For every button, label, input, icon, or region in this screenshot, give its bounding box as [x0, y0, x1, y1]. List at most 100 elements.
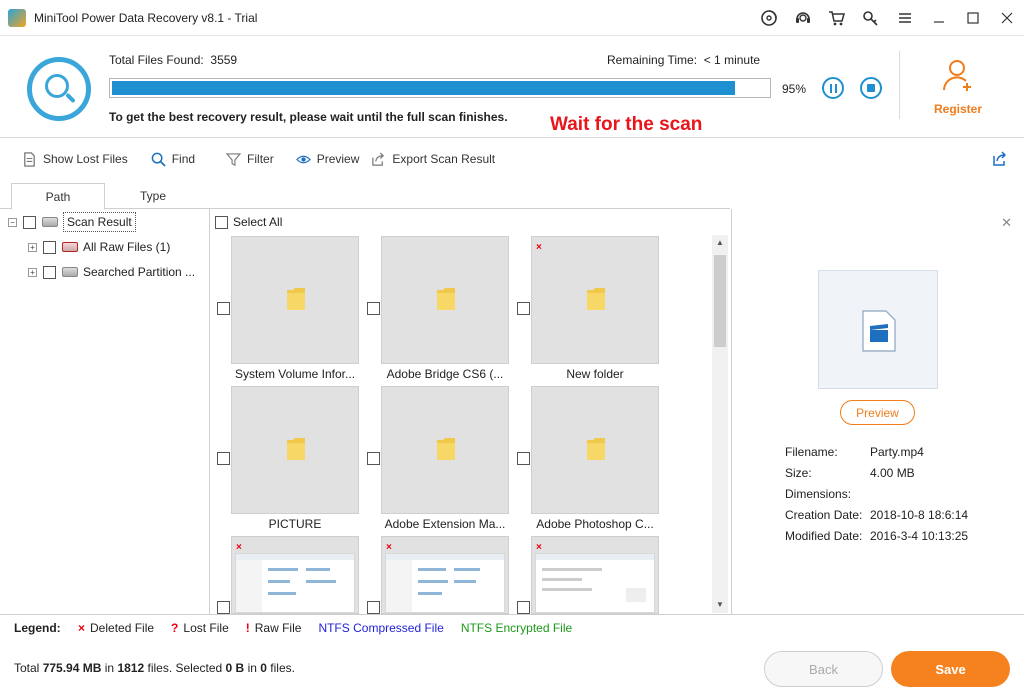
item-checkbox[interactable] [367, 452, 380, 465]
expand-icon[interactable]: + [28, 267, 37, 277]
support-headset-icon[interactable] [786, 0, 820, 36]
disc-icon[interactable] [752, 0, 786, 36]
legend-ntfs-compressed: NTFS Compressed File [318, 620, 444, 635]
tree-item-scan-result[interactable]: − Scan Result [8, 211, 136, 233]
title-bar: MiniTool Power Data Recovery v8.1 - Tria… [0, 0, 1024, 36]
show-lost-files-button[interactable]: Show Lost Files [22, 139, 128, 179]
key-icon[interactable] [854, 0, 888, 36]
select-all[interactable]: Select All [215, 215, 282, 229]
folder-icon [437, 288, 455, 310]
item-checkbox[interactable] [217, 601, 230, 614]
filter-button[interactable]: Filter [226, 139, 274, 179]
legend-raw: ! Raw File [245, 620, 302, 635]
folder-tile[interactable]: × [531, 236, 659, 364]
item-checkbox[interactable] [367, 601, 380, 614]
tree-label: All Raw Files (1) [83, 240, 171, 254]
stop-button[interactable] [860, 77, 882, 99]
creation-date-value: 2018-10-8 18:6:14 [870, 508, 969, 522]
deleted-mark-icon: × [536, 542, 542, 553]
folder-tile[interactable] [381, 236, 509, 364]
drive-icon [42, 217, 58, 227]
select-all-checkbox[interactable] [215, 215, 228, 229]
folder-tile[interactable] [231, 236, 359, 364]
screenshot-thumbnail [235, 553, 355, 613]
toolbar: Show Lost Files Find Filter Preview Expo… [0, 139, 1024, 179]
maximize-icon[interactable] [956, 0, 990, 36]
close-pane-icon[interactable]: ✕ [1001, 215, 1012, 231]
modified-date-value: 2016-3-4 10:13:25 [870, 529, 969, 543]
close-icon[interactable] [990, 0, 1024, 36]
view-tabs: Path Type [0, 183, 730, 210]
tab-type[interactable]: Type [110, 183, 196, 209]
file-thumbnail [818, 270, 938, 389]
screenshot-thumbnail [535, 553, 655, 613]
collapse-icon[interactable]: − [8, 217, 17, 227]
image-tile[interactable]: × [531, 536, 659, 614]
folder-tile[interactable] [231, 386, 359, 514]
file-label: Adobe Photoshop C... [536, 517, 654, 531]
progress-percent: 95% [782, 82, 807, 96]
register-label: Register [933, 102, 983, 116]
preview-button[interactable]: Preview [840, 400, 915, 425]
minimize-icon[interactable] [922, 0, 956, 36]
scroll-down-arrow-icon[interactable]: ▼ [712, 597, 728, 613]
menu-icon[interactable] [888, 0, 922, 36]
folder-tile[interactable] [381, 386, 509, 514]
file-label: Adobe Bridge CS6 (... [386, 367, 504, 381]
file-label: PICTURE [268, 517, 322, 531]
tree-label: Searched Partition ... [83, 265, 196, 279]
file-metadata: Filename: Party.mp4 Size: 4.00 MB Dimensio… [785, 445, 968, 550]
item-checkbox[interactable] [217, 452, 230, 465]
folder-icon [587, 438, 605, 460]
save-button[interactable]: Save [891, 651, 1010, 687]
expand-icon[interactable]: + [28, 242, 37, 252]
dimensions-label: Dimensions: [785, 487, 852, 501]
funnel-icon [226, 152, 242, 166]
size-value: 4.00 MB [870, 466, 915, 480]
item-checkbox[interactable] [517, 302, 530, 315]
wait-annotation: Wait for the scan [550, 114, 703, 135]
register-button[interactable]: Register [922, 57, 994, 116]
scan-result-tree: − Scan Result + All Raw Files (1) + Sear… [0, 209, 210, 614]
checkbox[interactable] [43, 240, 56, 254]
filename-value: Party.mp4 [870, 445, 924, 459]
export-scan-result-button[interactable]: Export Scan Result [371, 139, 495, 179]
pause-button[interactable] [822, 77, 844, 99]
selection-summary: Total 775.94 MB in 1812 files. Selected … [14, 661, 295, 675]
total-files: 1812 [117, 661, 145, 675]
creation-date-label: Creation Date: [785, 508, 863, 522]
checkbox[interactable] [23, 215, 36, 229]
raw-exclamation-icon: ! [245, 620, 250, 635]
app-logo-icon [8, 8, 26, 27]
share-export-icon[interactable] [992, 151, 1008, 167]
image-tile[interactable]: × [381, 536, 509, 614]
back-button[interactable]: Back [764, 651, 883, 687]
scan-progress-bar [109, 78, 771, 98]
folder-icon [587, 288, 605, 310]
item-checkbox[interactable] [517, 452, 530, 465]
file-grid: Select All System Volume Infor... Adobe … [211, 209, 730, 614]
image-tile[interactable]: × [231, 536, 359, 614]
tree-item-searched-partition[interactable]: + Searched Partition ... [28, 261, 195, 283]
folder-tile[interactable] [531, 386, 659, 514]
files-found-count: 3559 [210, 53, 238, 67]
scrollbar-thumb[interactable] [714, 255, 726, 347]
stop-icon [867, 84, 875, 92]
legend-lost: ? Lost File [171, 620, 229, 635]
tree-item-raw-files[interactable]: + All Raw Files (1) [28, 236, 170, 258]
tab-path[interactable]: Path [11, 183, 105, 210]
item-checkbox[interactable] [217, 302, 230, 315]
deleted-x-icon: × [78, 620, 86, 635]
total-size: 775.94 MB [42, 661, 102, 675]
file-label: New folder [566, 367, 624, 381]
selected-size: 0 B [225, 661, 245, 675]
item-checkbox[interactable] [367, 302, 380, 315]
cart-icon[interactable] [820, 0, 854, 36]
preview-toolbar-button[interactable]: Preview [295, 139, 359, 179]
find-button[interactable]: Find [151, 139, 195, 179]
grid-scrollbar[interactable]: ▲ ▼ [712, 235, 728, 613]
scroll-up-arrow-icon[interactable]: ▲ [712, 235, 728, 251]
item-checkbox[interactable] [517, 601, 530, 614]
deleted-mark-icon: × [536, 242, 542, 253]
checkbox[interactable] [43, 265, 56, 279]
